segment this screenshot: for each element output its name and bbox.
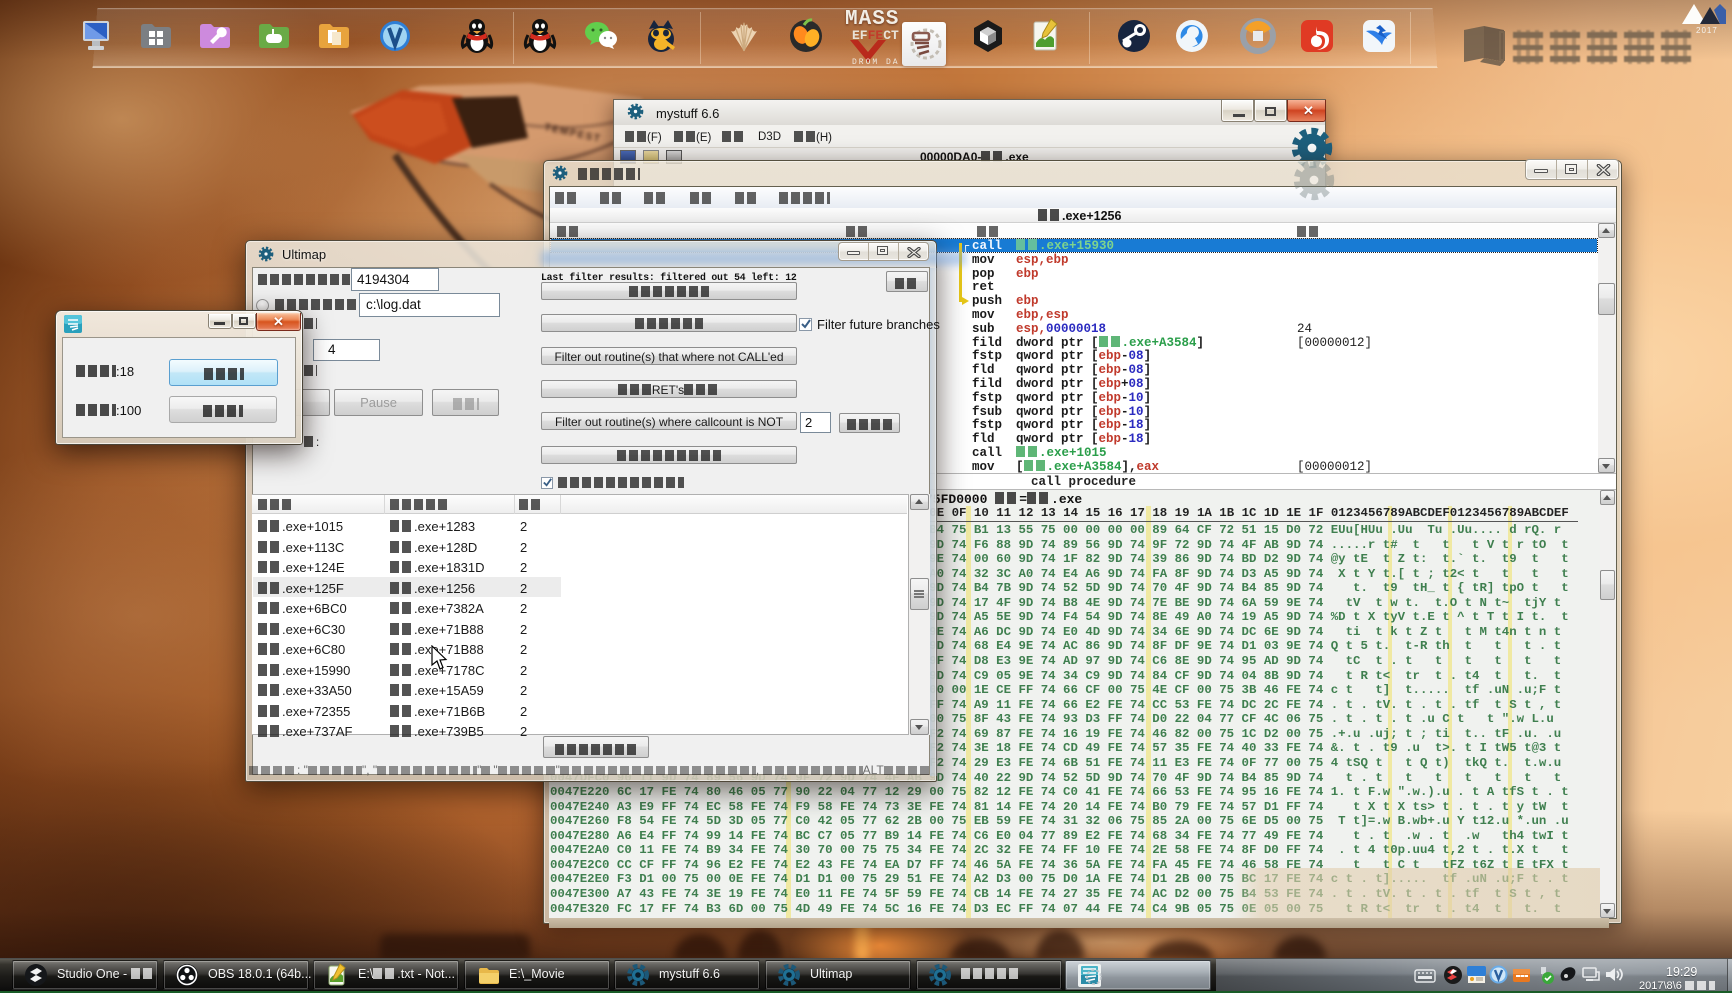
svg-text:2017: 2017	[1696, 26, 1718, 35]
